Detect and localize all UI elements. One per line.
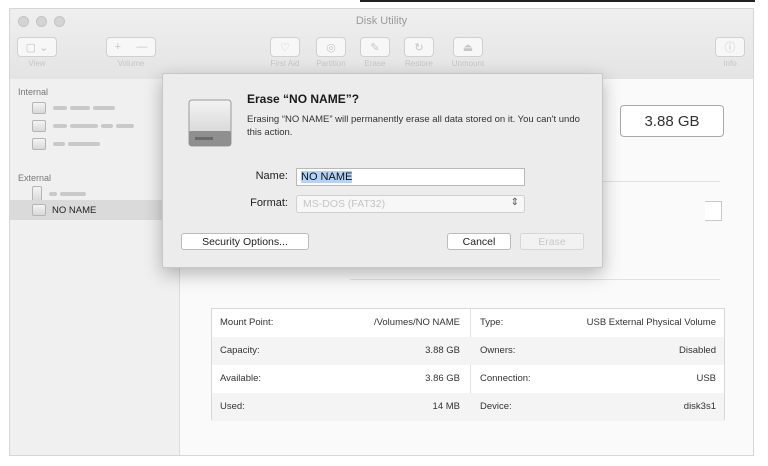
format-label: Format: [250,197,288,209]
format-select-value: MS-DOS (FAT32) [303,198,386,210]
sidebar-item-label: NO NAME [52,205,97,216]
sidebar-item-internal-2[interactable] [32,119,137,133]
info-value: USB [696,373,716,384]
sidebar-item-internal-1[interactable] [32,101,118,115]
info-label: Mount Point: [220,317,274,328]
info-value: 3.86 GB [425,373,460,384]
first-aid-button[interactable]: ♡ [270,37,300,57]
sidebar-header-external: External [18,173,52,183]
info-value: /Volumes/NO NAME [373,317,460,328]
volume-label: Volume [117,59,145,68]
info-label: Type: [480,317,504,328]
table-row: Capacity: 3.88 GB Owners: Disabled [212,337,724,365]
divider [350,279,720,280]
unmount-label: Unmount [451,59,485,68]
erase-button[interactable]: Erase [520,233,584,250]
volume-icon [32,204,46,216]
erase-toolbar-label: Erase [364,59,386,68]
internal-volume-icon [32,120,46,132]
info-label: Used: [220,401,245,412]
dialog-message: Erasing “NO NAME” will permanently erase… [247,114,580,138]
info-button[interactable]: ⓘ [715,37,745,57]
partition-button[interactable]: ◎ [316,37,346,57]
internal-disk-icon [32,102,46,114]
toolbar: Disk Utility ▢ ⌄ View + — Volume ♡ First… [10,9,753,80]
name-field-value: NO NAME [301,171,353,183]
sidebar-icon: ▢ ⌄ [25,41,49,54]
disk-drive-icon [188,99,232,147]
cancel-button[interactable]: Cancel [447,233,511,250]
sidebar-header-internal: Internal [18,87,49,97]
info-value: Disabled [679,345,716,356]
internal-volume-icon [32,138,46,150]
info-label: Device: [480,401,512,412]
view-button[interactable]: ▢ ⌄ [17,37,57,57]
name-field[interactable]: NO NAME [296,168,525,186]
restore-button[interactable]: ↻ [404,37,434,57]
usage-bar-end [705,201,722,221]
table-row: Mount Point: /Volumes/NO NAME Type: USB … [212,309,724,337]
add-icon: + [114,41,122,53]
sidebar: Internal External NO NAME [10,79,180,455]
eject-icon: ⏏ [462,41,474,54]
volume-info-table: Mount Point: /Volumes/NO NAME Type: USB … [211,308,725,421]
sidebar-item-no-name[interactable]: NO NAME [10,200,180,220]
top-edge-line [360,0,755,2]
info-label: Available: [220,373,262,384]
security-options-button[interactable]: Security Options... [181,233,309,250]
erase-toolbar-button[interactable]: ✎ [360,37,390,57]
table-row: Available: 3.86 GB Connection: USB [212,365,724,393]
remove-icon: — [136,41,148,53]
erase-dialog: Erase “NO NAME”? Erasing “NO NAME” will … [162,73,603,268]
info-icon: ⓘ [724,42,736,54]
erase-icon: ✎ [370,41,380,54]
sidebar-item-external-disk[interactable] [32,186,89,202]
info-value: disk3s1 [683,401,716,412]
info-value: USB External Physical Volume [586,317,716,328]
name-label: Name: [255,170,288,182]
format-select[interactable]: MS-DOS (FAT32) ⇕ [296,195,525,213]
window-title: Disk Utility [355,15,408,27]
first-aid-label: First Aid [270,59,300,68]
partition-icon: ◎ [326,41,336,54]
info-label: Info [723,59,737,68]
info-label: Owners: [480,345,516,356]
capacity-display: 3.88 GB [620,105,724,137]
sidebar-item-internal-3[interactable] [32,137,103,151]
table-row: Used: 14 MB Device: disk3s1 [212,393,724,421]
volume-button[interactable]: + — [106,37,156,57]
restore-icon: ↻ [414,41,424,54]
view-label: View [28,59,46,68]
unmount-button[interactable]: ⏏ [453,37,483,57]
partition-label: Partition [316,59,346,68]
updown-chevron-icon: ⇕ [510,197,519,208]
info-label: Capacity: [220,345,260,356]
stethoscope-icon: ♡ [280,41,290,54]
info-value: 14 MB [432,401,460,412]
info-value: 3.88 GB [425,345,460,356]
info-label: Connection: [480,373,531,384]
restore-label: Restore [404,59,433,68]
dialog-title: Erase “NO NAME”? [247,92,360,106]
